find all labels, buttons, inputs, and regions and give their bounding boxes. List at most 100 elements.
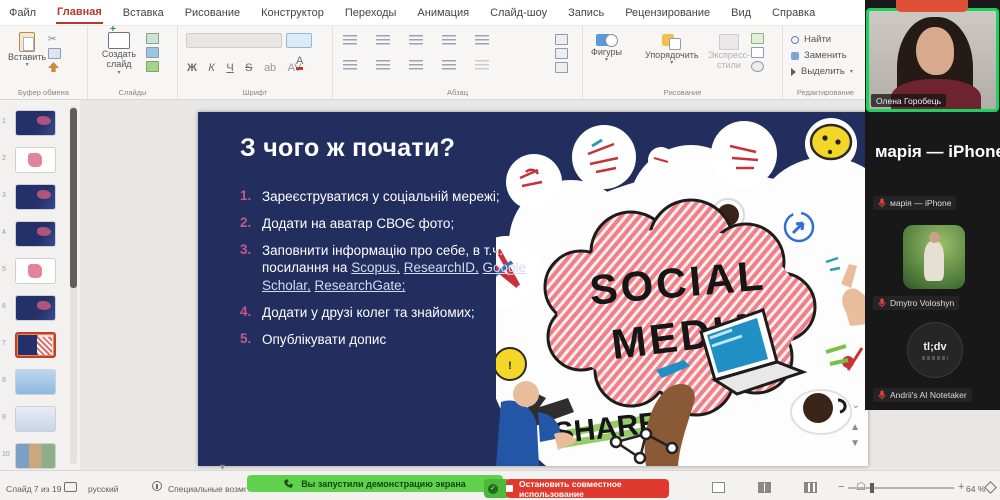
- shapes-button[interactable]: Фигуры ▾: [591, 34, 622, 64]
- tab-animations[interactable]: Анимация: [416, 3, 470, 23]
- group-drawing: Фигуры ▾ Упорядочить ▾ Экспресс-стили Ри…: [583, 26, 783, 99]
- current-slide[interactable]: SOCIAL MEDIA SHARE: [198, 112, 868, 466]
- layout-icon[interactable]: [146, 33, 159, 44]
- align-center-button[interactable]: [376, 60, 390, 70]
- link-researchid[interactable]: ResearchID,: [404, 260, 479, 275]
- bold-button[interactable]: Ж: [187, 62, 197, 74]
- shape-outline-button[interactable]: [751, 47, 764, 58]
- slide-thumbnail-1[interactable]: [15, 110, 56, 136]
- shape-fill-button[interactable]: [751, 33, 764, 44]
- paste-button[interactable]: Вставить ▾: [8, 32, 46, 69]
- previous-slide-button[interactable]: ▲: [850, 422, 860, 433]
- tab-view[interactable]: Вид: [730, 3, 752, 23]
- tab-review[interactable]: Рецензирование: [624, 3, 711, 23]
- thumbnail-scrollbar-thumb[interactable]: [70, 108, 77, 288]
- accessibility-status[interactable]: Специальные возможности: [168, 484, 246, 494]
- shape-effects-button[interactable]: [751, 61, 764, 72]
- tab-slideshow[interactable]: Слайд-шоу: [489, 3, 548, 23]
- slide-thumbnail-3[interactable]: [15, 184, 56, 210]
- numbering-button[interactable]: [376, 35, 390, 45]
- chevron-down-icon[interactable]: ⌄: [852, 400, 860, 411]
- list-number: 1.: [240, 188, 262, 206]
- tldv-subtext: [922, 356, 948, 360]
- replace-button[interactable]: Заменить: [791, 50, 853, 61]
- underline-button[interactable]: Ч: [226, 62, 233, 74]
- smartart-convert-button[interactable]: [555, 62, 568, 73]
- slide-thumbnail-2[interactable]: [15, 147, 56, 173]
- participant-row-dmytro[interactable]: Dmytro Voloshyn: [873, 296, 959, 310]
- tab-transitions[interactable]: Переходы: [344, 3, 398, 23]
- fit-slide-icon[interactable]: [984, 481, 997, 494]
- text-direction-button[interactable]: [555, 34, 568, 45]
- zoom-out-button[interactable]: −: [838, 481, 844, 493]
- justify-button[interactable]: [442, 60, 456, 70]
- notes-icon[interactable]: [64, 482, 77, 492]
- active-speaker-video[interactable]: Олена Горобець: [866, 8, 999, 112]
- line-spacing-button[interactable]: [475, 35, 489, 45]
- avatar-figure: [924, 241, 944, 281]
- align-left-button[interactable]: [343, 60, 357, 70]
- tab-help[interactable]: Справка: [771, 3, 816, 23]
- slide-thumbnail-9[interactable]: [15, 406, 56, 432]
- cut-icon[interactable]: ✂: [48, 34, 61, 45]
- zoom-toolbar-red-button[interactable]: [896, 0, 968, 12]
- slide-thumbnail-8[interactable]: [15, 369, 56, 395]
- tab-home[interactable]: Главная: [56, 2, 103, 24]
- font-name-box[interactable]: [186, 33, 282, 48]
- decrease-indent-button[interactable]: [409, 35, 423, 45]
- stop-share-button[interactable]: Остановить совместное использование: [506, 479, 669, 498]
- slide-thumbnail-7-current[interactable]: [15, 332, 56, 358]
- zoom-in-button[interactable]: +: [958, 481, 964, 493]
- thumbnail-scrollbar[interactable]: [70, 106, 77, 464]
- language-status[interactable]: русский: [88, 484, 119, 494]
- slide-thumbnail-10[interactable]: [15, 443, 56, 469]
- strikethrough-button[interactable]: S: [245, 62, 252, 74]
- format-painter-icon[interactable]: [48, 62, 59, 72]
- font-size-box[interactable]: [286, 33, 312, 48]
- section-icon[interactable]: [146, 61, 159, 72]
- participant-row-notetaker[interactable]: Andrii's AI Notetaker: [873, 388, 972, 402]
- reading-view-icon[interactable]: [804, 482, 817, 493]
- arrange-button[interactable]: Упорядочить ▾: [645, 34, 699, 67]
- columns-button[interactable]: [475, 60, 489, 70]
- align-text-button[interactable]: [555, 48, 568, 59]
- list-text: Додати на аватар СВОЄ фото;: [262, 215, 454, 233]
- list-item: 2. Додати на аватар СВОЄ фото;: [240, 215, 540, 233]
- next-slide-button[interactable]: ▼: [850, 438, 860, 449]
- slide-thumbnail-6[interactable]: [15, 295, 56, 321]
- tldv-bot-avatar[interactable]: tl;dv: [907, 322, 963, 378]
- participant-avatar-photo[interactable]: [903, 225, 965, 289]
- copy-icon[interactable]: [48, 48, 61, 59]
- increase-indent-button[interactable]: [442, 35, 456, 45]
- tab-draw[interactable]: Рисование: [184, 3, 241, 23]
- select-button[interactable]: Выделить▾: [791, 66, 853, 77]
- tab-file[interactable]: Файл: [8, 3, 37, 23]
- participant-row-maria[interactable]: марія — iPhone: [873, 196, 956, 210]
- text-shadow-button[interactable]: ab: [264, 62, 276, 74]
- zoom-slider-thumb[interactable]: [870, 483, 874, 493]
- align-right-button[interactable]: [409, 60, 423, 70]
- find-button[interactable]: Найти: [791, 34, 853, 45]
- italic-button[interactable]: К: [208, 62, 214, 74]
- reset-icon[interactable]: [146, 47, 159, 58]
- group-clipboard: Вставить ▾ ✂ Буфер обмена: [0, 26, 88, 99]
- slide-thumbnail-4[interactable]: [15, 221, 56, 247]
- slide-thumbnail-5[interactable]: [15, 258, 56, 284]
- stop-share-label: Остановить совместное использование: [519, 479, 669, 499]
- new-slide-button[interactable]: Создать слайд ▾: [96, 32, 142, 77]
- normal-view-icon[interactable]: [712, 482, 725, 493]
- tab-design[interactable]: Конструктор: [260, 3, 325, 23]
- zoom-slider[interactable]: [848, 487, 954, 489]
- link-scopus[interactable]: Scopus,: [351, 260, 400, 275]
- quick-styles-button[interactable]: Экспресс-стили: [703, 34, 755, 71]
- new-slide-label: Создать слайд: [96, 49, 142, 70]
- slide-sorter-icon[interactable]: [758, 482, 771, 493]
- bullets-button[interactable]: [343, 35, 357, 45]
- font-color-button[interactable]: A: [296, 56, 303, 70]
- shapes-label: Фигуры: [591, 47, 622, 57]
- link-researchgate[interactable]: ResearchGate;: [315, 278, 406, 293]
- tab-insert[interactable]: Вставка: [122, 3, 165, 23]
- accessibility-icon[interactable]: [152, 481, 162, 491]
- tldv-logo: tl;dv: [923, 341, 946, 353]
- tab-record[interactable]: Запись: [567, 3, 605, 23]
